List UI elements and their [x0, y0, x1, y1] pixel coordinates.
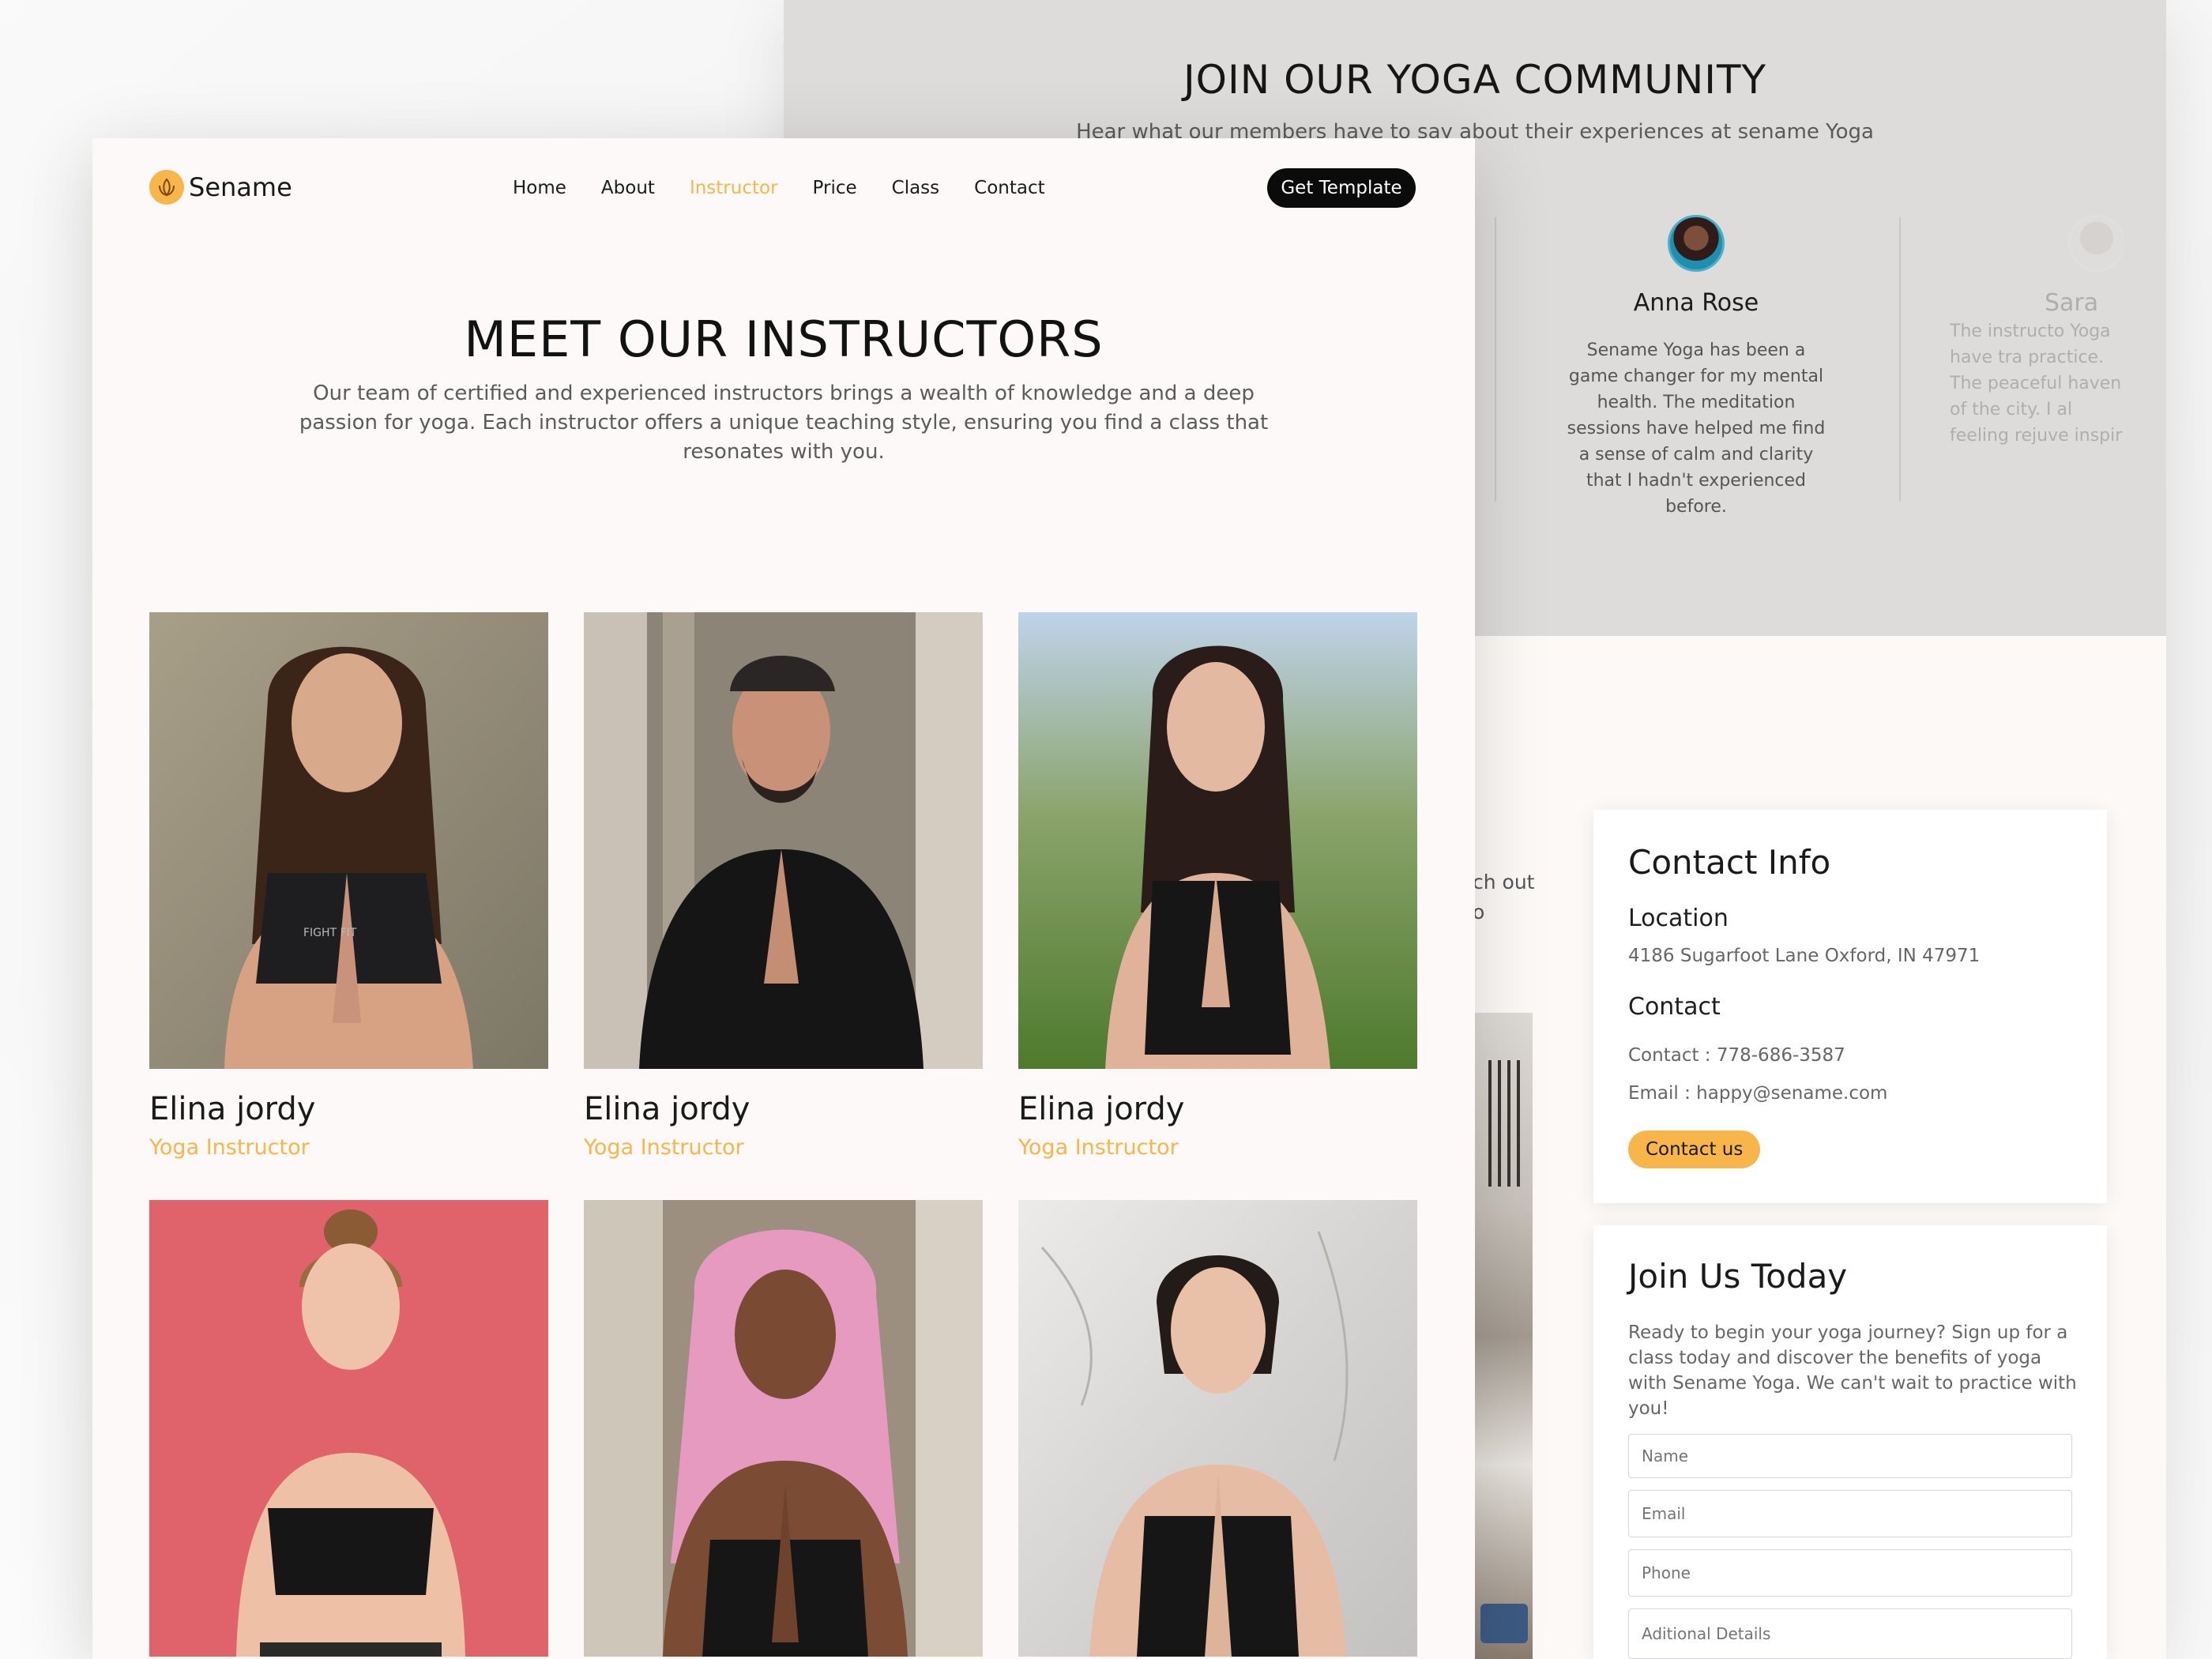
- page-subtitle: Our team of certified and experienced in…: [299, 382, 1269, 464]
- instructor-photo: [1018, 1200, 1417, 1657]
- instructor-role: Yoga Instructor: [149, 1135, 310, 1160]
- instructor-name: Elina jordy: [584, 1091, 750, 1127]
- instructor-card[interactable]: Elina jordy Yoga Instructor: [1018, 612, 1417, 1160]
- avatar: [2068, 215, 2124, 272]
- reach-line: ch out: [1473, 871, 1535, 893]
- testimonial-divider: [1899, 217, 1901, 502]
- instructors-page: Sename Home About Instructor Price Class…: [92, 138, 1475, 1659]
- testimonial-name: Sara: [2045, 289, 2099, 317]
- nav-home[interactable]: Home: [513, 178, 566, 198]
- location-heading: Location: [1628, 905, 1729, 932]
- email-text: Email : happy@sename.com: [1628, 1083, 1888, 1104]
- name-field[interactable]: [1628, 1434, 2072, 1478]
- reach-line: o: [1473, 901, 1485, 924]
- instructor-photo: [1018, 612, 1417, 1069]
- community-title: JOIN OUR YOGA COMMUNITY: [1183, 57, 1767, 103]
- contact-heading: Contact: [1628, 993, 1721, 1021]
- nav-class[interactable]: Class: [892, 178, 940, 198]
- phone-field[interactable]: [1628, 1549, 2072, 1597]
- lotus-icon: [149, 170, 184, 205]
- contact-info-title: Contact Info: [1628, 843, 1831, 882]
- studio-photo: [1473, 1013, 1533, 1659]
- get-template-button[interactable]: Get Template: [1267, 168, 1416, 208]
- testimonial-divider: [1495, 217, 1496, 502]
- nav-instructor[interactable]: Instructor: [690, 178, 778, 198]
- nav-contact[interactable]: Contact: [974, 178, 1044, 198]
- join-card: Join Us Today Ready to begin your yoga j…: [1593, 1225, 2107, 1659]
- contact-info-card: Contact Info Location 4186 Sugarfoot Lan…: [1593, 810, 2107, 1203]
- testimonial-quote: Sename Yoga has been a game changer for …: [1567, 340, 1826, 517]
- nav-links: Home About Instructor Price Class Contac…: [513, 178, 1045, 198]
- page-title: MEET OUR INSTRUCTORS: [464, 310, 1104, 368]
- nav-about[interactable]: About: [601, 178, 655, 198]
- join-text: Ready to begin your yoga journey? Sign u…: [1628, 1322, 2077, 1419]
- phone-text: Contact : 778-686-3587: [1628, 1045, 1845, 1066]
- instructor-photo: FIGHT FIT: [149, 612, 548, 1069]
- instructor-card[interactable]: Elina jordy Yoga Instructor: [584, 612, 983, 1160]
- instructor-card[interactable]: [1018, 1200, 1417, 1659]
- mockup-stage: JOIN OUR YOGA COMMUNITY Hear what our me…: [0, 0, 2212, 1659]
- reach-out-text: ch out o: [1473, 867, 1534, 927]
- instructor-role: Yoga Instructor: [584, 1135, 744, 1160]
- testimonial-card: Sara The instructo Yoga have tra practic…: [1950, 215, 2124, 515]
- details-field[interactable]: [1628, 1608, 2072, 1659]
- brand-name: Sename: [189, 172, 292, 202]
- avatar: [1668, 215, 1725, 272]
- nav-price[interactable]: Price: [813, 178, 857, 198]
- email-field[interactable]: [1628, 1490, 2072, 1537]
- testimonial-name: Anna Rose: [1633, 289, 1759, 317]
- instructor-name: Elina jordy: [149, 1091, 316, 1127]
- testimonial-quote: The instructo Yoga have tra practice. Th…: [1950, 322, 2123, 446]
- instructor-photo: [149, 1200, 548, 1657]
- address-text: 4186 Sugarfoot Lane Oxford, IN 47971: [1628, 946, 1981, 966]
- navbar: Sename Home About Instructor Price Class…: [92, 138, 1475, 241]
- instructor-card[interactable]: [584, 1200, 983, 1659]
- instructor-name: Elina jordy: [1018, 1091, 1185, 1127]
- contact-us-button[interactable]: Contact us: [1628, 1130, 1761, 1168]
- shirt-text: FIGHT FIT: [303, 927, 357, 939]
- instructor-card[interactable]: [149, 1200, 548, 1659]
- instructor-photo: [584, 1200, 983, 1657]
- instructor-card[interactable]: FIGHT FIT Elina jordy Yoga Instructor: [149, 612, 548, 1160]
- instructor-role: Yoga Instructor: [1018, 1135, 1179, 1160]
- instructor-photo: [584, 612, 983, 1069]
- logo[interactable]: Sename: [149, 170, 292, 205]
- join-title: Join Us Today: [1628, 1257, 1848, 1296]
- testimonial-card: Anna Rose Sename Yoga has been a game ch…: [1554, 215, 1838, 520]
